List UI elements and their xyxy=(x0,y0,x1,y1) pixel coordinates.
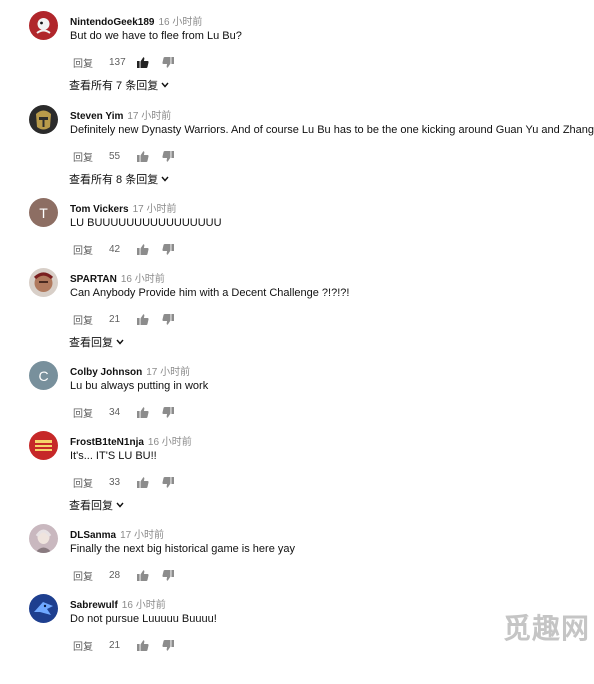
thumbs-down-icon[interactable] xyxy=(162,243,187,255)
comment-meta: Tom Vickers 17 小时前 xyxy=(70,200,176,215)
avatar[interactable]: T xyxy=(29,198,58,227)
comment-item: FrostB1teN1nja 16 小时前 It's... IT'S LU BU!!… xyxy=(0,431,594,521)
thumbs-down-icon[interactable] xyxy=(162,313,187,325)
thumbs-up-icon[interactable] xyxy=(137,56,162,68)
comment-actions: 回复 34 xyxy=(73,405,187,420)
thumbs-up-icon[interactable] xyxy=(137,150,162,162)
comment-item: Steven Yim 17 小时前 Definitely new Dynasty W… xyxy=(0,105,594,195)
reply-button[interactable]: 回复 xyxy=(73,475,109,490)
thumbs-down-icon[interactable] xyxy=(162,150,187,162)
avatar[interactable] xyxy=(29,524,58,553)
comment-meta: Colby Johnson 17 小时前 xyxy=(70,363,190,378)
comment-time[interactable]: 16 小时前 xyxy=(148,437,192,448)
comment-actions: 回复 28 xyxy=(73,568,187,583)
avatar[interactable] xyxy=(29,11,58,40)
reply-button[interactable]: 回复 xyxy=(73,242,109,257)
comment-meta: FrostB1teN1nja 16 小时前 xyxy=(70,433,192,448)
like-count: 137 xyxy=(109,56,126,68)
comment-meta: Sabrewulf 16 小时前 xyxy=(70,596,166,611)
reply-button[interactable]: 回复 xyxy=(73,568,109,583)
comment-author[interactable]: FrostB1teN1nja xyxy=(70,437,144,448)
comment-time[interactable]: 17 小时前 xyxy=(133,204,177,215)
comment-text: Do not pursue Luuuuu Buuuu! xyxy=(70,613,217,625)
like-count: 42 xyxy=(109,243,121,255)
comment-text: Definitely new Dynasty Warriors. And of … xyxy=(70,124,594,136)
comment-text: Lu bu always putting in work xyxy=(70,380,209,392)
comment-actions: 回复 42 xyxy=(73,242,187,257)
chevron-down-icon xyxy=(161,176,169,182)
like-count: 21 xyxy=(109,313,121,325)
comment-time[interactable]: 16 小时前 xyxy=(121,274,165,285)
thumbs-down-icon[interactable] xyxy=(162,56,187,68)
comment-author[interactable]: DLSanma xyxy=(70,530,116,541)
like-count: 34 xyxy=(109,406,121,418)
comment-author[interactable]: SPARTAN xyxy=(70,274,117,285)
avatar[interactable] xyxy=(29,268,58,297)
comment-text: Can Anybody Provide him with a Decent Ch… xyxy=(70,287,350,299)
avatar[interactable] xyxy=(29,594,58,623)
thumbs-up-icon[interactable] xyxy=(137,406,162,418)
avatar-letter: C xyxy=(38,367,49,384)
avatar[interactable]: C xyxy=(29,361,58,390)
comment-text: It's... IT'S LU BU!! xyxy=(70,450,157,462)
view-replies-button[interactable]: 查看回复 xyxy=(69,497,124,513)
comment-text: LU BUUUUUUUUUUUUUUUU xyxy=(70,217,222,229)
view-replies-label: 查看回复 xyxy=(69,337,113,349)
avatar[interactable] xyxy=(29,431,58,460)
like-count: 28 xyxy=(109,569,121,581)
comment-item: SPARTAN 16 小时前 Can Anybody Provide him wit… xyxy=(0,268,594,358)
comment-author[interactable]: Tom Vickers xyxy=(70,204,129,215)
chevron-down-icon xyxy=(116,339,124,345)
comment-author[interactable]: Steven Yim xyxy=(70,111,123,122)
comment-actions: 回复 33 xyxy=(73,475,187,490)
comment-meta: NintendoGeek189 16 小时前 xyxy=(70,13,202,28)
thumbs-up-icon[interactable] xyxy=(137,569,162,581)
comment-time[interactable]: 17 小时前 xyxy=(120,530,164,541)
comment-text: Finally the next big historical game is … xyxy=(70,543,295,555)
view-replies-label: 查看所有 8 条回复 xyxy=(69,174,159,186)
like-count: 55 xyxy=(109,150,121,162)
watermark: 觅趣网 xyxy=(503,612,591,645)
comment-meta: DLSanma 17 小时前 xyxy=(70,526,164,541)
view-replies-label: 查看所有 7 条回复 xyxy=(69,80,159,92)
comment-meta: Steven Yim 17 小时前 xyxy=(70,107,171,122)
comment-author[interactable]: Colby Johnson xyxy=(70,367,142,378)
comment-time[interactable]: 16 小时前 xyxy=(122,600,166,611)
reply-button[interactable]: 回复 xyxy=(73,405,109,420)
comment-author[interactable]: Sabrewulf xyxy=(70,600,118,611)
comment-text: But do we have to flee from Lu Bu? xyxy=(70,30,242,42)
view-replies-label: 查看回复 xyxy=(69,500,113,512)
comment-author[interactable]: NintendoGeek189 xyxy=(70,17,154,28)
comment-time[interactable]: 16 小时前 xyxy=(158,17,202,28)
view-replies-button[interactable]: 查看所有 8 条回复 xyxy=(69,171,169,187)
thumbs-up-icon[interactable] xyxy=(137,313,162,325)
comment-item: NintendoGeek189 16 小时前 But do we have to f… xyxy=(0,11,594,101)
reply-button[interactable]: 回复 xyxy=(73,55,109,70)
comment-meta: SPARTAN 16 小时前 xyxy=(70,270,165,285)
view-replies-button[interactable]: 查看回复 xyxy=(69,334,124,350)
chevron-down-icon xyxy=(161,82,169,88)
reply-button[interactable]: 回复 xyxy=(73,149,109,164)
reply-button[interactable]: 回复 xyxy=(73,638,109,653)
thumbs-down-icon[interactable] xyxy=(162,406,187,418)
chevron-down-icon xyxy=(116,502,124,508)
comment-actions: 回复 21 xyxy=(73,312,187,327)
thumbs-up-icon[interactable] xyxy=(137,243,162,255)
avatar-letter: T xyxy=(39,204,48,221)
comment-actions: 回复 21 xyxy=(73,638,187,653)
comment-time[interactable]: 17 小时前 xyxy=(146,367,190,378)
comment-actions: 回复 55 xyxy=(73,149,187,164)
comment-actions: 回复 137 xyxy=(73,55,187,70)
avatar[interactable] xyxy=(29,105,58,134)
thumbs-down-icon[interactable] xyxy=(162,569,187,581)
comment-time[interactable]: 17 小时前 xyxy=(127,111,171,122)
thumbs-up-icon[interactable] xyxy=(137,476,162,488)
thumbs-down-icon[interactable] xyxy=(162,476,187,488)
reply-button[interactable]: 回复 xyxy=(73,312,109,327)
view-replies-button[interactable]: 查看所有 7 条回复 xyxy=(69,77,169,93)
like-count: 33 xyxy=(109,476,121,488)
